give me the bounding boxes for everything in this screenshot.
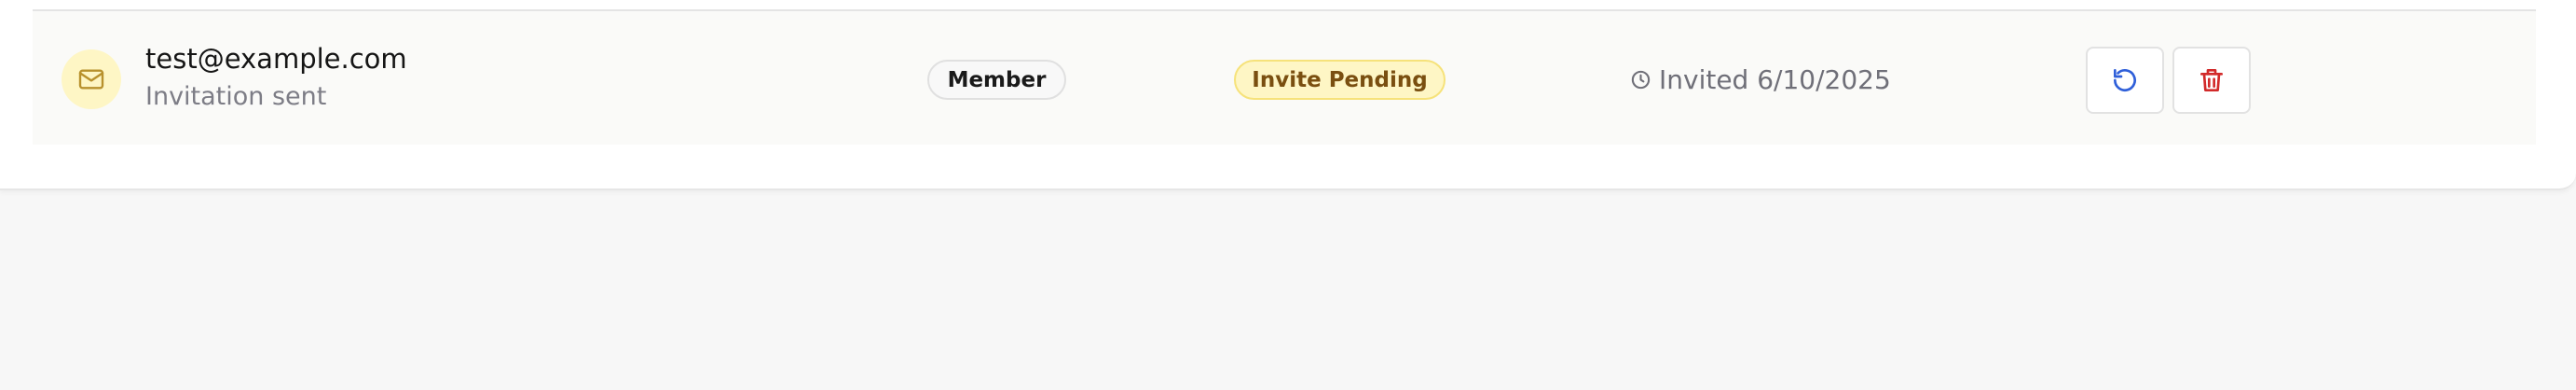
resend-invite-button[interactable]	[2086, 47, 2164, 114]
invited-date: Invited 6/10/2025	[1630, 60, 1891, 100]
trash-icon	[2200, 69, 2223, 91]
table-row: test@example.com Invitation sent Member …	[33, 9, 2536, 145]
invited-date-text: Invited 6/10/2025	[1659, 64, 1891, 95]
members-card: test@example.com Invitation sent Member …	[0, 0, 2576, 190]
mail-icon	[78, 69, 104, 90]
member-subtitle: Invitation sent	[145, 82, 327, 111]
status-badge: Invite Pending	[1234, 60, 1446, 100]
clock-icon	[1631, 70, 1651, 90]
delete-invite-button[interactable]	[2172, 47, 2251, 114]
avatar	[62, 49, 121, 109]
member-email: test@example.com	[145, 43, 407, 75]
refresh-icon	[2114, 69, 2136, 91]
role-badge: Member	[927, 60, 1066, 100]
